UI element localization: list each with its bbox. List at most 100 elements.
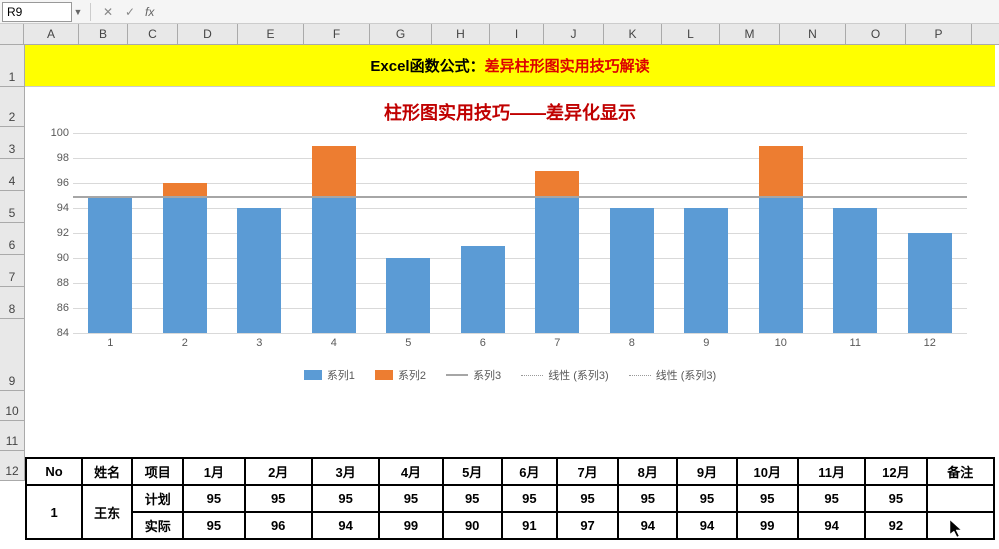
table-cell[interactable]: 1 — [26, 485, 82, 539]
table-cell[interactable]: 95 — [557, 485, 618, 512]
name-box[interactable]: R9 — [2, 2, 72, 22]
table-header-cell[interactable]: 项目 — [132, 458, 183, 485]
table-cell[interactable]: 95 — [502, 485, 557, 512]
table-header-cell[interactable]: No — [26, 458, 82, 485]
table-header-cell[interactable]: 11月 — [798, 458, 865, 485]
table-cell[interactable]: 94 — [798, 512, 865, 539]
table-header-cell[interactable]: 7月 — [557, 458, 618, 485]
row-header[interactable]: 10 — [0, 391, 24, 421]
bar-series1[interactable] — [312, 196, 356, 334]
column-header[interactable]: D — [178, 24, 238, 44]
table-cell[interactable]: 95 — [737, 485, 798, 512]
table-cell[interactable]: 95 — [677, 485, 736, 512]
column-header[interactable]: C — [128, 24, 178, 44]
formula-input[interactable] — [158, 2, 999, 22]
table-cell[interactable]: 99 — [379, 512, 442, 539]
table-cell[interactable]: 实际 — [132, 512, 183, 539]
table-cell[interactable]: 王东 — [82, 485, 132, 539]
row-header[interactable]: 5 — [0, 191, 24, 223]
table-cell[interactable]: 92 — [865, 512, 926, 539]
column-header[interactable]: K — [604, 24, 662, 44]
table-cell[interactable]: 95 — [312, 485, 379, 512]
bar-series2[interactable] — [759, 146, 803, 196]
column-header[interactable]: P — [906, 24, 972, 44]
table-header-cell[interactable]: 8月 — [618, 458, 677, 485]
table-cell[interactable]: 94 — [312, 512, 379, 539]
bar-series2[interactable] — [535, 171, 579, 196]
table-cell[interactable]: 95 — [618, 485, 677, 512]
table-header-cell[interactable]: 12月 — [865, 458, 926, 485]
row-header[interactable]: 11 — [0, 421, 24, 451]
table-cell[interactable]: 95 — [183, 485, 244, 512]
bar-series1[interactable] — [163, 196, 207, 334]
table-header-cell[interactable]: 3月 — [312, 458, 379, 485]
bar-series1[interactable] — [908, 233, 952, 333]
bar-series1[interactable] — [684, 208, 728, 333]
row-header[interactable]: 1 — [0, 45, 24, 87]
confirm-icon[interactable]: ✓ — [119, 5, 141, 19]
column-header[interactable]: O — [846, 24, 906, 44]
table-cell[interactable]: 95 — [245, 485, 312, 512]
table-header-cell[interactable]: 备注 — [927, 458, 994, 485]
chart[interactable]: 柱形图实用技巧——差异化显示 8486889092949698100 12345… — [25, 87, 995, 457]
table-cell[interactable]: 91 — [502, 512, 557, 539]
bar-series2[interactable] — [312, 146, 356, 196]
bar-series1[interactable] — [535, 196, 579, 334]
bar-series1[interactable] — [610, 208, 654, 333]
column-header[interactable]: G — [370, 24, 432, 44]
table-cell[interactable]: 94 — [677, 512, 736, 539]
gridline — [73, 333, 967, 334]
bar-series1[interactable] — [833, 208, 877, 333]
column-header[interactable]: J — [544, 24, 604, 44]
table-header-cell[interactable]: 9月 — [677, 458, 736, 485]
table-header-cell[interactable]: 6月 — [502, 458, 557, 485]
cancel-icon[interactable]: ✕ — [97, 5, 119, 19]
bar-series2[interactable] — [163, 183, 207, 196]
table-header-cell[interactable]: 1月 — [183, 458, 244, 485]
bar-series1[interactable] — [759, 196, 803, 334]
row-header[interactable]: 12 — [0, 451, 24, 481]
table-cell[interactable]: 90 — [443, 512, 502, 539]
table-cell[interactable] — [927, 485, 994, 512]
table-cell[interactable]: 95 — [865, 485, 926, 512]
column-header[interactable]: N — [780, 24, 846, 44]
data-table[interactable]: No姓名项目1月2月3月4月5月6月7月8月9月10月11月12月备注 1王东计… — [25, 457, 995, 540]
table-cell[interactable]: 96 — [245, 512, 312, 539]
table-cell[interactable]: 95 — [443, 485, 502, 512]
column-header[interactable]: I — [490, 24, 544, 44]
table-cell[interactable]: 94 — [618, 512, 677, 539]
table-cell[interactable]: 95 — [798, 485, 865, 512]
column-header[interactable]: H — [432, 24, 490, 44]
row-header[interactable]: 4 — [0, 159, 24, 191]
table-header-cell[interactable]: 4月 — [379, 458, 442, 485]
column-header[interactable]: B — [79, 24, 128, 44]
row-header[interactable]: 8 — [0, 287, 24, 319]
row-header[interactable]: 2 — [0, 87, 24, 127]
bar-series1[interactable] — [237, 208, 281, 333]
row-header[interactable]: 6 — [0, 223, 24, 255]
bar-series1[interactable] — [461, 246, 505, 334]
bar-series1[interactable] — [88, 196, 132, 334]
column-header[interactable]: A — [24, 24, 79, 44]
table-cell[interactable]: 99 — [737, 512, 798, 539]
column-header[interactable]: M — [720, 24, 780, 44]
table-header-cell[interactable]: 姓名 — [82, 458, 132, 485]
bar-series1[interactable] — [386, 258, 430, 333]
column-header[interactable]: E — [238, 24, 304, 44]
column-header[interactable]: L — [662, 24, 720, 44]
table-header-cell[interactable]: 2月 — [245, 458, 312, 485]
name-box-dropdown-icon[interactable]: ▼ — [72, 7, 84, 17]
select-all-corner[interactable] — [0, 24, 24, 44]
column-header[interactable]: F — [304, 24, 370, 44]
table-cell[interactable]: 95 — [183, 512, 244, 539]
row-header[interactable]: 3 — [0, 127, 24, 159]
row-header[interactable]: 9 — [0, 319, 24, 391]
table-cell[interactable]: 95 — [379, 485, 442, 512]
fx-icon[interactable]: fx — [145, 5, 154, 19]
table-cell[interactable]: 97 — [557, 512, 618, 539]
table-cell[interactable]: 计划 — [132, 485, 183, 512]
table-header-cell[interactable]: 10月 — [737, 458, 798, 485]
legend-swatch-blue — [304, 370, 322, 380]
row-header[interactable]: 7 — [0, 255, 24, 287]
table-header-cell[interactable]: 5月 — [443, 458, 502, 485]
